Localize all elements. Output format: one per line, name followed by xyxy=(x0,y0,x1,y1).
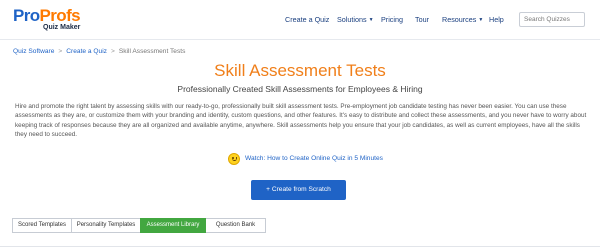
proprofs-logo[interactable]: ProProfs Quiz Maker xyxy=(13,7,83,33)
smiley-icon xyxy=(228,152,240,165)
nav-create-a-quiz[interactable]: Create a Quiz xyxy=(285,15,329,25)
nav-resources[interactable]: Resources ▼ xyxy=(442,15,483,25)
watch-video-label: Watch: How to Create Online Quiz in 5 Mi… xyxy=(245,155,383,162)
breadcrumb-current: Skill Assessment Tests xyxy=(118,48,186,55)
tab-question-bank[interactable]: Question Bank xyxy=(205,218,266,233)
nav-resources-label: Resources xyxy=(442,15,477,24)
nav-help[interactable]: Help xyxy=(489,15,504,25)
chevron-down-icon: ▼ xyxy=(368,17,374,23)
logo-wordmark: ProProfs xyxy=(13,6,81,25)
logo-profs: Profs xyxy=(39,6,81,25)
page-title: Skill Assessment Tests xyxy=(214,61,386,80)
tab-assessment-library[interactable]: Assessment Library xyxy=(140,218,206,233)
breadcrumb-separator: > xyxy=(110,48,115,55)
breadcrumb-quiz-software[interactable]: Quiz Software xyxy=(13,48,54,55)
watch-video-link[interactable]: Watch: How to Create Online Quiz in 5 Mi… xyxy=(228,152,383,165)
nav-solutions-label: Solutions xyxy=(337,15,367,24)
create-from-scratch-button[interactable]: + Create from Scratch xyxy=(251,180,346,200)
breadcrumb-separator: > xyxy=(58,48,63,55)
nav-pricing-label: Pricing xyxy=(381,15,403,24)
nav-tour-label: Tour xyxy=(415,15,429,24)
logo-pro: Pro xyxy=(13,6,40,25)
nav-create-a-quiz-label: Create a Quiz xyxy=(285,15,330,24)
nav-pricing[interactable]: Pricing xyxy=(381,15,403,25)
tab-personality-templates[interactable]: Personality Templates xyxy=(71,218,141,233)
page-description: Hire and promote the right talent by ass… xyxy=(15,103,587,138)
logo-subtitle: Quiz Maker xyxy=(43,24,81,31)
nav-tour[interactable]: Tour xyxy=(415,15,429,25)
site-header: ProProfs Quiz Maker Create a Quiz Soluti… xyxy=(0,0,600,40)
chevron-down-icon: ▼ xyxy=(478,17,484,23)
breadcrumb: Quiz Software > Create a Quiz > Skill Assess… xyxy=(13,47,185,56)
search-input[interactable]: Search Quizzes xyxy=(519,12,585,27)
nav-help-label: Help xyxy=(489,15,504,24)
page-subtitle: Professionally Created Skill Assessments… xyxy=(177,84,423,94)
tabs-divider xyxy=(0,246,600,247)
breadcrumb-create-a-quiz[interactable]: Create a Quiz xyxy=(66,48,107,55)
tab-scored-templates[interactable]: Scored Templates xyxy=(12,218,72,233)
template-tabs: Scored Templates Personality Templates A… xyxy=(12,218,266,233)
nav-solutions[interactable]: Solutions ▼ xyxy=(337,15,374,25)
